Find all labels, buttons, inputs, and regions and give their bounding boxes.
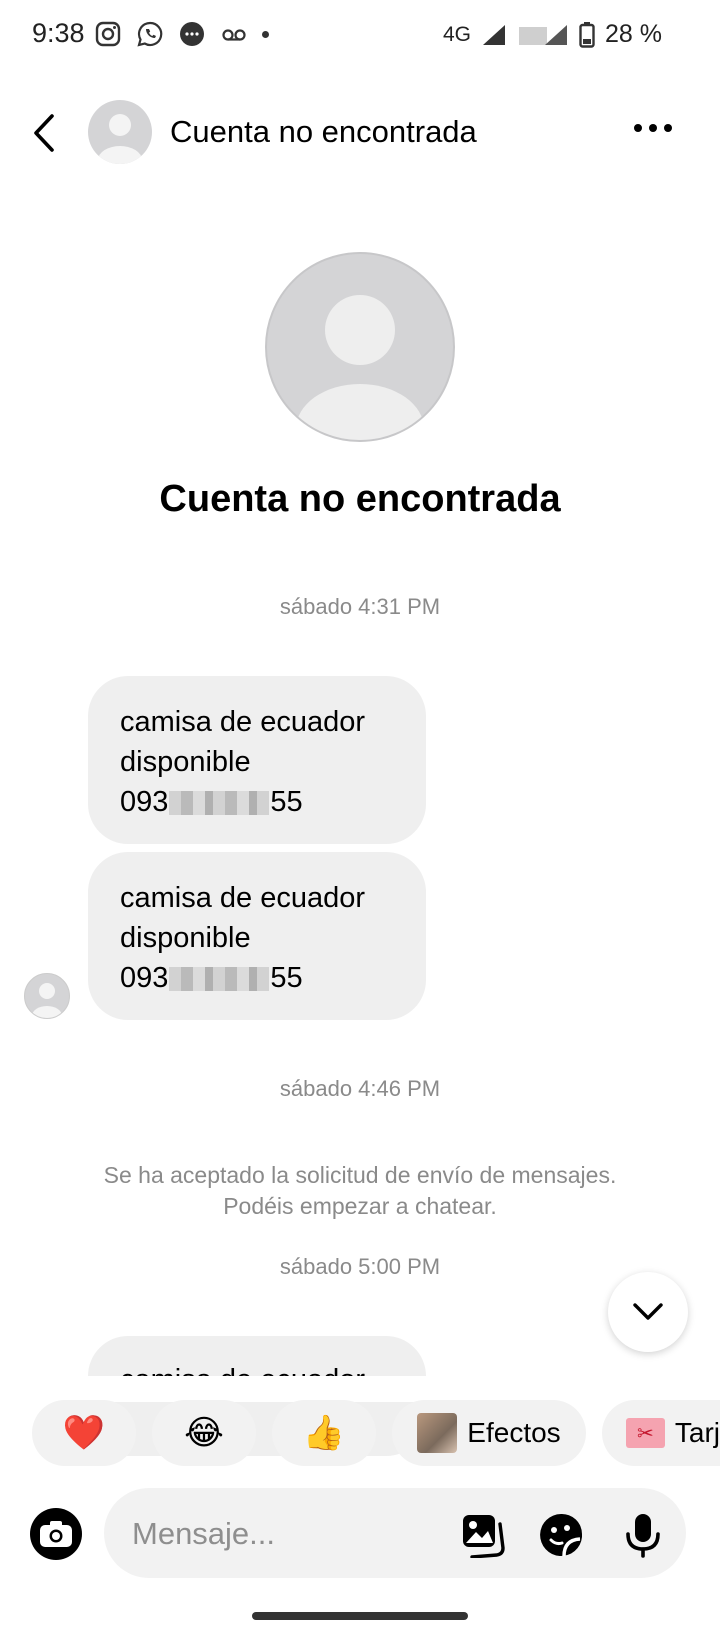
- thumbs-up-icon: 👍: [302, 1414, 346, 1452]
- battery-level: 28 %: [605, 20, 662, 48]
- redacted-digits: [169, 967, 270, 992]
- cards-button[interactable]: ✂ Tarj: [602, 1400, 720, 1466]
- scroll-to-bottom-button[interactable]: [608, 1272, 688, 1352]
- message-bubble[interactable]: camisa de ecuador disponible 093 55: [88, 852, 426, 1020]
- message-line: disponible: [120, 746, 251, 778]
- status-time: 9:38: [32, 18, 85, 48]
- battery-icon: [579, 21, 595, 48]
- message-phone: 093 55: [120, 786, 303, 818]
- signal-icon: [483, 24, 506, 45]
- thumbs-up-reaction-button[interactable]: 👍: [272, 1400, 376, 1466]
- effects-label: Efectos: [467, 1417, 561, 1448]
- redacted-digits: [169, 791, 270, 816]
- profile-avatar[interactable]: [265, 252, 455, 442]
- system-status: 4G 28 %: [443, 20, 662, 49]
- effects-button[interactable]: Efectos: [392, 1400, 586, 1466]
- sender-avatar[interactable]: [24, 973, 70, 1019]
- cards-label: Tarj: [674, 1417, 720, 1448]
- microphone-icon[interactable]: [620, 1512, 666, 1558]
- voicemail-icon: [222, 29, 246, 41]
- heart-reaction-button[interactable]: ❤️: [32, 1400, 136, 1466]
- home-indicator[interactable]: [252, 1612, 468, 1620]
- laugh-reaction-button[interactable]: 😂: [152, 1400, 256, 1466]
- chevron-down-icon: [633, 1303, 663, 1320]
- laughing-face-icon: 😂: [184, 1414, 224, 1452]
- camera-button[interactable]: [30, 1508, 82, 1560]
- timestamp: sábado 4:31 PM: [279, 594, 441, 619]
- composer-divider: [0, 1376, 720, 1402]
- message-input[interactable]: [130, 1512, 434, 1556]
- system-message: Se ha aceptado la solicitud de envío de …: [103, 1162, 617, 1219]
- message-input-container[interactable]: [104, 1488, 686, 1578]
- signal-icon-2: [519, 24, 568, 45]
- message-line: camisa de ecuador: [120, 882, 366, 914]
- message-phone: 093 55: [120, 962, 303, 994]
- message-line: camisa de ecuador: [120, 706, 366, 738]
- camera-icon: [40, 1521, 72, 1547]
- instagram-icon: [95, 21, 121, 47]
- header-avatar[interactable]: [88, 100, 152, 164]
- gift-ribbon-icon: ✂: [626, 1418, 665, 1448]
- profile-name: Cuenta no encontrada: [159, 478, 561, 520]
- header-title[interactable]: Cuenta no encontrada: [170, 114, 477, 150]
- heart-icon: ❤️: [62, 1414, 106, 1452]
- gallery-icon[interactable]: [460, 1512, 506, 1558]
- more-options-icon[interactable]: [634, 124, 672, 132]
- timestamp: sábado 4:46 PM: [279, 1076, 441, 1101]
- message-line: disponible: [120, 922, 251, 954]
- network-type: 4G: [443, 22, 472, 46]
- notification-icons: [94, 20, 269, 48]
- more-notifications-dot: [262, 30, 269, 38]
- sticker-icon[interactable]: [538, 1512, 584, 1558]
- effects-thumbnail: [417, 1413, 458, 1453]
- message-bubble[interactable]: camisa de ecuador disponible 093 55: [88, 676, 426, 844]
- messages-icon: [180, 22, 204, 46]
- back-arrow-icon[interactable]: [28, 110, 64, 156]
- timestamp: sábado 5:00 PM: [279, 1254, 441, 1279]
- whatsapp-icon: [137, 21, 163, 47]
